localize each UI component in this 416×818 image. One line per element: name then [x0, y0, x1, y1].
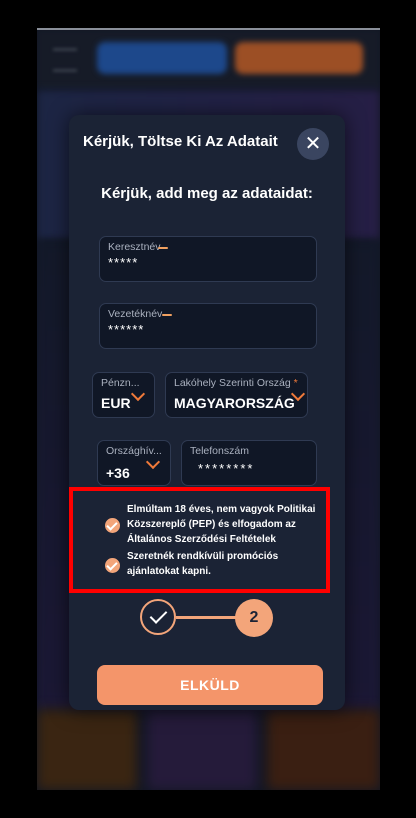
field-marker: [158, 247, 168, 249]
last-name-label: Vezetéknév: [108, 308, 163, 320]
currency-label: Pénzn...: [101, 377, 140, 389]
field-marker: [162, 314, 172, 316]
country-code-value: +36: [106, 465, 130, 481]
currency-select[interactable]: Pénzn... EUR: [92, 372, 155, 418]
chevron-down-icon: [145, 454, 161, 470]
country-select[interactable]: Lakóhely Szerinti Ország * MAGYARORSZÁG: [165, 372, 308, 418]
modal-title: Kérjük, Töltse Ki Az Adatait: [83, 133, 278, 150]
close-icon: ✕: [304, 133, 322, 155]
consent-checkbox-promo[interactable]: [105, 558, 120, 573]
registration-modal: Kérjük, Töltse Ki Az Adatait ✕ Kérjük, a…: [69, 115, 345, 710]
first-name-field[interactable]: Keresztnév *****: [99, 236, 317, 282]
first-name-value: *****: [108, 255, 139, 270]
submit-button[interactable]: ELKÜLD: [97, 665, 323, 705]
country-value: MAGYARORSZÁG: [174, 395, 295, 411]
last-name-field[interactable]: Vezetéknév ******: [99, 303, 317, 349]
consent-text-promo: Szeretnék rendkívüli promóciós ajánlatok…: [127, 551, 279, 577]
phone-value: ********: [198, 461, 255, 476]
currency-value: EUR: [101, 395, 131, 411]
step-1-complete: [140, 599, 176, 635]
country-label-text: Lakóhely Szerinti Ország: [174, 377, 291, 389]
close-button[interactable]: ✕: [297, 128, 329, 160]
phone-label: Telefonszám: [190, 445, 249, 457]
check-icon: [149, 606, 168, 624]
first-name-label: Keresztnév: [108, 241, 161, 253]
consent-text-age: Elmúltam 18 éves, nem vagyok Politikai K…: [127, 504, 316, 545]
form-subtitle: Kérjük, add meg az adataidat:: [101, 185, 313, 202]
step-connector: [176, 616, 236, 619]
step-2-current: 2: [235, 599, 273, 637]
last-name-value: ******: [108, 322, 145, 337]
country-code-select[interactable]: Országhív... +36: [97, 440, 171, 486]
country-label: Lakóhely Szerinti Ország *: [174, 377, 298, 389]
consent-section: Elmúltam 18 éves, nem vagyok Politikai K…: [69, 487, 330, 593]
phone-field[interactable]: Telefonszám ********: [181, 440, 317, 486]
consent-checkbox-age[interactable]: [105, 518, 120, 533]
chevron-down-icon: [130, 386, 146, 402]
